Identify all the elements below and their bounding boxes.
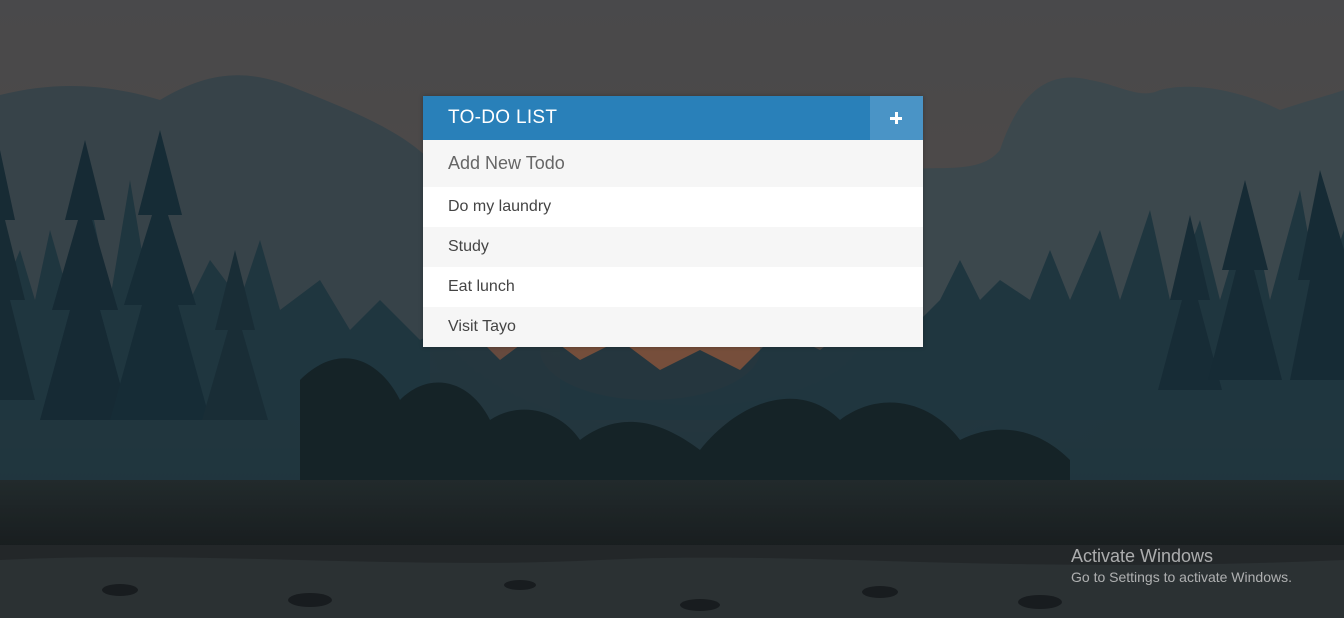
todo-item[interactable]: Eat lunch	[423, 267, 923, 307]
new-todo-input[interactable]	[423, 140, 923, 187]
activate-windows-watermark: Activate Windows Go to Settings to activ…	[1071, 545, 1292, 587]
plus-icon	[890, 112, 902, 124]
todo-item[interactable]: Study	[423, 227, 923, 267]
todo-list: Do my laundry Study Eat lunch Visit Tayo	[423, 187, 923, 347]
todo-card: TO-DO LIST Do my laundry Study Eat lunch…	[423, 96, 923, 347]
watermark-title: Activate Windows	[1071, 546, 1214, 566]
todo-header: TO-DO LIST	[423, 96, 923, 140]
toggle-input-button[interactable]	[870, 96, 923, 140]
todo-title: TO-DO LIST	[448, 107, 558, 128]
watermark-subtitle: Go to Settings to activate Windows.	[1071, 569, 1292, 585]
todo-item[interactable]: Visit Tayo	[423, 307, 923, 347]
todo-item[interactable]: Do my laundry	[423, 187, 923, 227]
